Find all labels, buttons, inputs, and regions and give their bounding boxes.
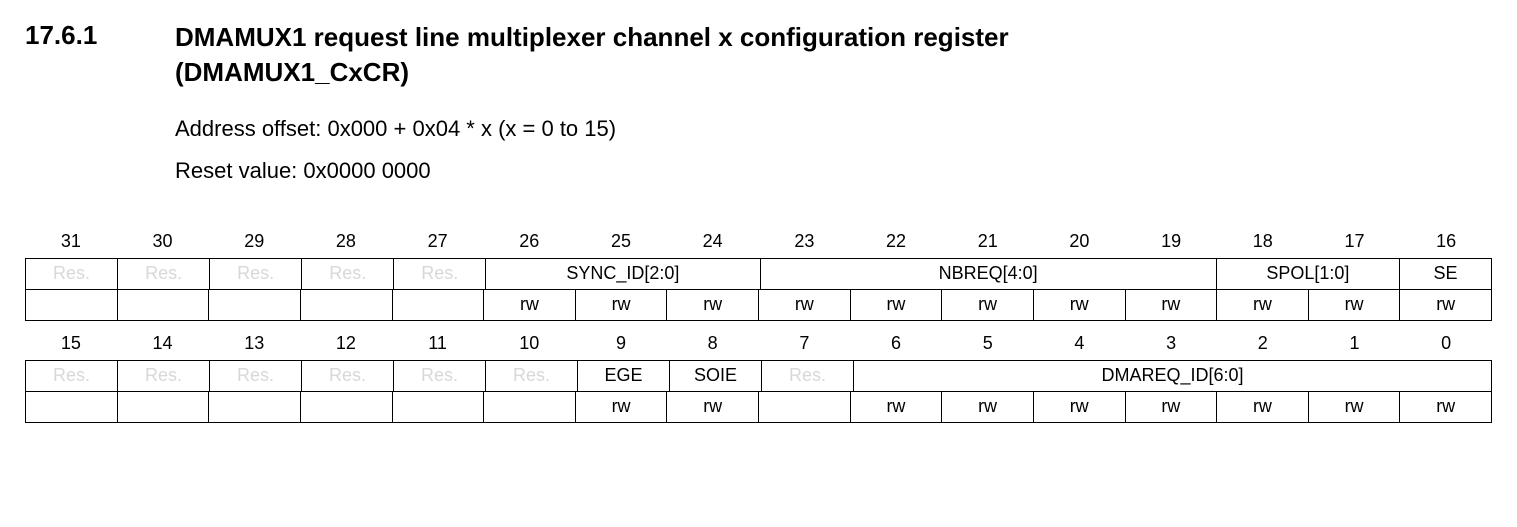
bit-num: 13 [208, 329, 300, 360]
field-reserved: Res. [118, 259, 210, 289]
field-reserved: Res. [394, 259, 486, 289]
access-rw: rw [1217, 392, 1309, 422]
field-dmareq-id: DMAREQ_ID[6:0] [854, 361, 1492, 391]
field-access-low: rw rw rw rw rw rw rw rw rw [25, 391, 1492, 423]
access-cell [301, 392, 393, 422]
bit-num: 15 [25, 329, 117, 360]
bit-num: 22 [850, 227, 942, 258]
field-reserved: Res. [486, 361, 578, 391]
bit-num: 0 [1400, 329, 1492, 360]
bit-num: 4 [1034, 329, 1126, 360]
bit-num: 20 [1034, 227, 1126, 258]
section-title: DMAMUX1 request line multiplexer channel… [175, 20, 1009, 90]
access-rw: rw [1126, 290, 1218, 320]
access-rw: rw [1400, 392, 1492, 422]
bit-num: 10 [483, 329, 575, 360]
access-cell [759, 392, 851, 422]
access-cell [209, 290, 301, 320]
access-cell [118, 392, 210, 422]
bit-num: 5 [942, 329, 1034, 360]
field-ege: EGE [578, 361, 670, 391]
register-layout: 31 30 29 28 27 26 25 24 23 22 21 20 19 1… [25, 227, 1492, 423]
access-rw: rw [851, 290, 943, 320]
access-cell [393, 392, 485, 422]
field-reserved: Res. [302, 361, 394, 391]
bit-num: 7 [759, 329, 851, 360]
bit-num: 14 [117, 329, 209, 360]
access-cell [393, 290, 485, 320]
field-reserved: Res. [26, 259, 118, 289]
section-number: 17.6.1 [25, 20, 175, 51]
bit-num: 28 [300, 227, 392, 258]
bit-num: 9 [575, 329, 667, 360]
field-nbreq: NBREQ[4:0] [761, 259, 1217, 289]
bit-num: 2 [1217, 329, 1309, 360]
access-rw: rw [484, 290, 576, 320]
field-reserved: Res. [26, 361, 118, 391]
bit-num: 18 [1217, 227, 1309, 258]
bit-num: 11 [392, 329, 484, 360]
field-reserved: Res. [210, 361, 302, 391]
bit-num: 27 [392, 227, 484, 258]
bit-num: 21 [942, 227, 1034, 258]
bit-num: 24 [667, 227, 759, 258]
access-rw: rw [576, 290, 668, 320]
field-reserved: Res. [118, 361, 210, 391]
bit-numbers-low: 15 14 13 12 11 10 9 8 7 6 5 4 3 2 1 0 [25, 329, 1492, 360]
access-cell [209, 392, 301, 422]
bit-num: 25 [575, 227, 667, 258]
access-rw: rw [576, 392, 668, 422]
field-names-low: Res. Res. Res. Res. Res. Res. EGE SOIE R… [25, 360, 1492, 391]
bit-num: 3 [1125, 329, 1217, 360]
section-heading: 17.6.1 DMAMUX1 request line multiplexer … [25, 20, 1492, 90]
address-offset: Address offset: 0x000 + 0x04 * x (x = 0 … [175, 108, 1492, 150]
field-se: SE [1400, 259, 1492, 289]
bit-num: 19 [1125, 227, 1217, 258]
access-rw: rw [1400, 290, 1492, 320]
bit-num: 31 [25, 227, 117, 258]
title-line-1: DMAMUX1 request line multiplexer channel… [175, 22, 1009, 52]
bit-num: 26 [483, 227, 575, 258]
access-rw: rw [667, 392, 759, 422]
reset-value: Reset value: 0x0000 0000 [175, 150, 1492, 192]
field-names-high: Res. Res. Res. Res. Res. SYNC_ID[2:0] NB… [25, 258, 1492, 289]
field-access-high: rw rw rw rw rw rw rw rw rw rw rw [25, 289, 1492, 321]
bit-num: 1 [1309, 329, 1401, 360]
access-cell [26, 290, 118, 320]
access-rw: rw [1217, 290, 1309, 320]
field-sync-id: SYNC_ID[2:0] [486, 259, 760, 289]
access-rw: rw [851, 392, 943, 422]
bit-num: 23 [759, 227, 851, 258]
field-reserved: Res. [302, 259, 394, 289]
bit-numbers-high: 31 30 29 28 27 26 25 24 23 22 21 20 19 1… [25, 227, 1492, 258]
bit-num: 8 [667, 329, 759, 360]
bit-num: 29 [208, 227, 300, 258]
field-reserved: Res. [762, 361, 854, 391]
access-rw: rw [942, 392, 1034, 422]
access-rw: rw [667, 290, 759, 320]
register-meta: Address offset: 0x000 + 0x04 * x (x = 0 … [175, 108, 1492, 192]
field-reserved: Res. [394, 361, 486, 391]
bit-num: 16 [1400, 227, 1492, 258]
access-rw: rw [1034, 392, 1126, 422]
access-rw: rw [1034, 290, 1126, 320]
bit-num: 12 [300, 329, 392, 360]
access-rw: rw [1126, 392, 1218, 422]
access-rw: rw [759, 290, 851, 320]
access-rw: rw [942, 290, 1034, 320]
access-cell [26, 392, 118, 422]
access-rw: rw [1309, 290, 1401, 320]
access-cell [484, 392, 576, 422]
access-cell [118, 290, 210, 320]
field-spol: SPOL[1:0] [1217, 259, 1400, 289]
field-reserved: Res. [210, 259, 302, 289]
access-rw: rw [1309, 392, 1401, 422]
title-line-2: (DMAMUX1_CxCR) [175, 57, 409, 87]
bit-num: 17 [1309, 227, 1401, 258]
access-cell [301, 290, 393, 320]
bit-num: 6 [850, 329, 942, 360]
bit-num: 30 [117, 227, 209, 258]
field-soie: SOIE [670, 361, 762, 391]
